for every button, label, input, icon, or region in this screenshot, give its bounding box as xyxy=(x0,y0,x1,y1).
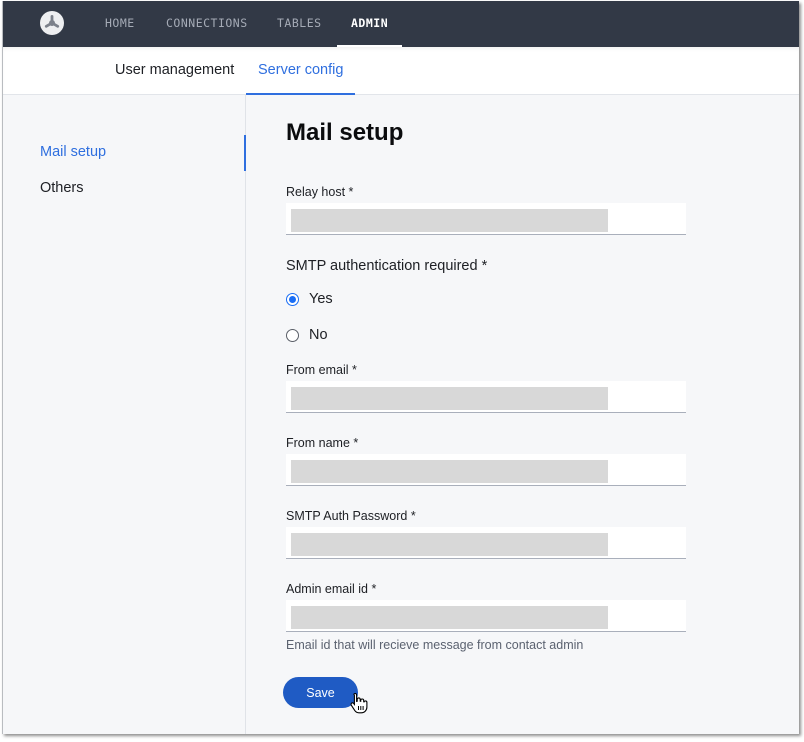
from-email-input[interactable] xyxy=(286,381,686,413)
redacted-value xyxy=(291,606,608,629)
topnav-home[interactable]: HOME xyxy=(105,1,135,47)
sidebar-item-mail-setup[interactable]: Mail setup xyxy=(40,144,106,160)
sub-navigation-tabs: User management Server config xyxy=(3,47,799,95)
redacted-value xyxy=(291,533,608,556)
app-window: HOME CONNECTIONS TABLES ADMIN User manag… xyxy=(2,1,799,734)
mail-setup-form: Mail setup Relay host * SMTP authenticat… xyxy=(246,95,799,734)
redacted-value xyxy=(291,209,608,232)
relay-host-label: Relay host * xyxy=(286,185,354,199)
smtp-password-label: SMTP Auth Password * xyxy=(286,509,416,523)
from-name-label: From name * xyxy=(286,436,359,450)
from-email-label: From email * xyxy=(286,363,357,377)
tab-server-config[interactable]: Server config xyxy=(245,47,356,95)
relay-host-input[interactable] xyxy=(286,203,686,235)
admin-email-helper-text: Email id that will recieve message from … xyxy=(286,638,584,652)
topnav-admin[interactable]: ADMIN xyxy=(336,1,403,47)
smtp-auth-label: SMTP authentication required * xyxy=(286,258,488,274)
radio-checked-icon[interactable] xyxy=(286,292,299,306)
radio-no-label: No xyxy=(309,327,328,343)
smtp-password-input[interactable] xyxy=(286,527,686,559)
tab-user-management[interactable]: User management xyxy=(115,47,234,94)
redacted-value xyxy=(291,387,608,410)
top-navigation-bar: HOME CONNECTIONS TABLES ADMIN xyxy=(3,1,799,47)
hand-pointer-cursor-icon xyxy=(350,692,368,714)
page-title: Mail setup xyxy=(286,119,404,146)
save-button[interactable]: Save xyxy=(283,677,358,708)
topnav-connections[interactable]: CONNECTIONS xyxy=(166,1,248,47)
radio-yes-label: Yes xyxy=(309,291,333,307)
redacted-value xyxy=(291,460,608,483)
settings-sidebar: Mail setup Others xyxy=(3,95,246,734)
radio-unchecked-icon[interactable] xyxy=(286,328,299,342)
app-logo-icon[interactable] xyxy=(40,11,64,35)
admin-email-input[interactable] xyxy=(286,600,686,632)
sidebar-item-others[interactable]: Others xyxy=(40,180,84,196)
topnav-tables[interactable]: TABLES xyxy=(277,1,322,47)
from-name-input[interactable] xyxy=(286,454,686,486)
admin-email-label: Admin email id * xyxy=(286,582,377,596)
smtp-auth-yes-radio[interactable]: Yes xyxy=(286,291,333,307)
smtp-auth-no-radio[interactable]: No xyxy=(286,327,328,343)
